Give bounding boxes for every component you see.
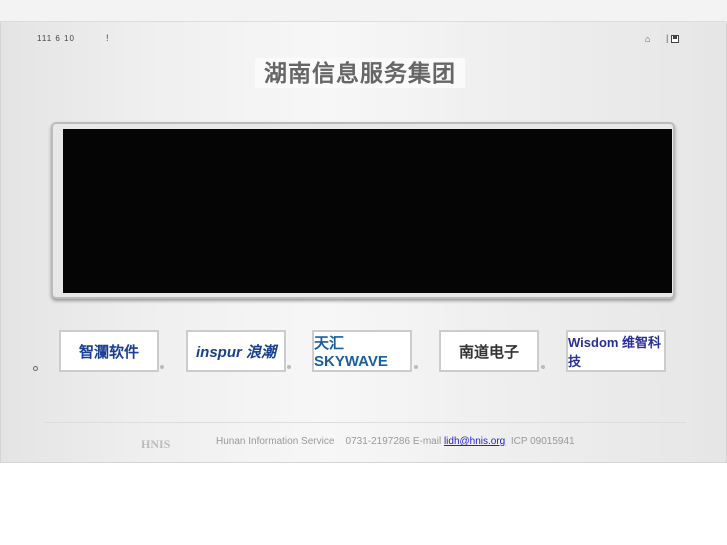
home-icon[interactable]: ⌂ xyxy=(645,34,650,44)
page-title: 湖南信息服务集团 xyxy=(255,58,465,88)
partner-logo-skywave[interactable]: 天汇 SKYWAVE xyxy=(312,330,412,372)
dot-icon xyxy=(541,365,545,369)
dot-icon xyxy=(287,365,291,369)
footer-icp: ICP 09015941 xyxy=(510,436,575,447)
footer-phone: 0731-2197286 xyxy=(345,436,411,447)
dot-icon xyxy=(414,365,418,369)
partner-name: inspur 浪潮 xyxy=(195,343,276,361)
save-icon[interactable] xyxy=(671,35,679,43)
partner-logo-inspur[interactable]: inspur 浪潮 xyxy=(186,330,286,372)
partner-name: 南道电子 xyxy=(458,343,519,361)
dot-icon xyxy=(160,365,164,369)
separator: | xyxy=(666,33,669,43)
email-link[interactable]: lidh@hnis.org xyxy=(444,436,505,447)
footer-text: Hunan Information Service 0731-2197286 E… xyxy=(216,436,575,447)
footer-org: Hunan Information Service xyxy=(216,436,335,447)
partner-name: Wisdom 维智科技 xyxy=(568,335,662,369)
partner-logo-wisdom[interactable]: Wisdom 维智科技 xyxy=(566,330,666,372)
video-player[interactable] xyxy=(63,129,672,293)
date-text: 111 6 10 xyxy=(37,34,75,43)
notice-text: ! xyxy=(106,33,109,43)
partner-name: 天汇 SKYWAVE xyxy=(314,335,388,370)
footer-email-label: E-mail xyxy=(412,436,442,447)
footer-divider xyxy=(44,422,686,423)
partner-logo-nandao[interactable]: 南道电子 xyxy=(439,330,539,372)
partner-name: 智瀾软件 xyxy=(78,343,139,361)
partner-logo-zhilan[interactable]: 智瀾软件 xyxy=(59,330,159,372)
bullet-icon xyxy=(33,366,38,371)
footer-brand: HNIS xyxy=(141,437,171,451)
top-bar xyxy=(0,0,727,22)
